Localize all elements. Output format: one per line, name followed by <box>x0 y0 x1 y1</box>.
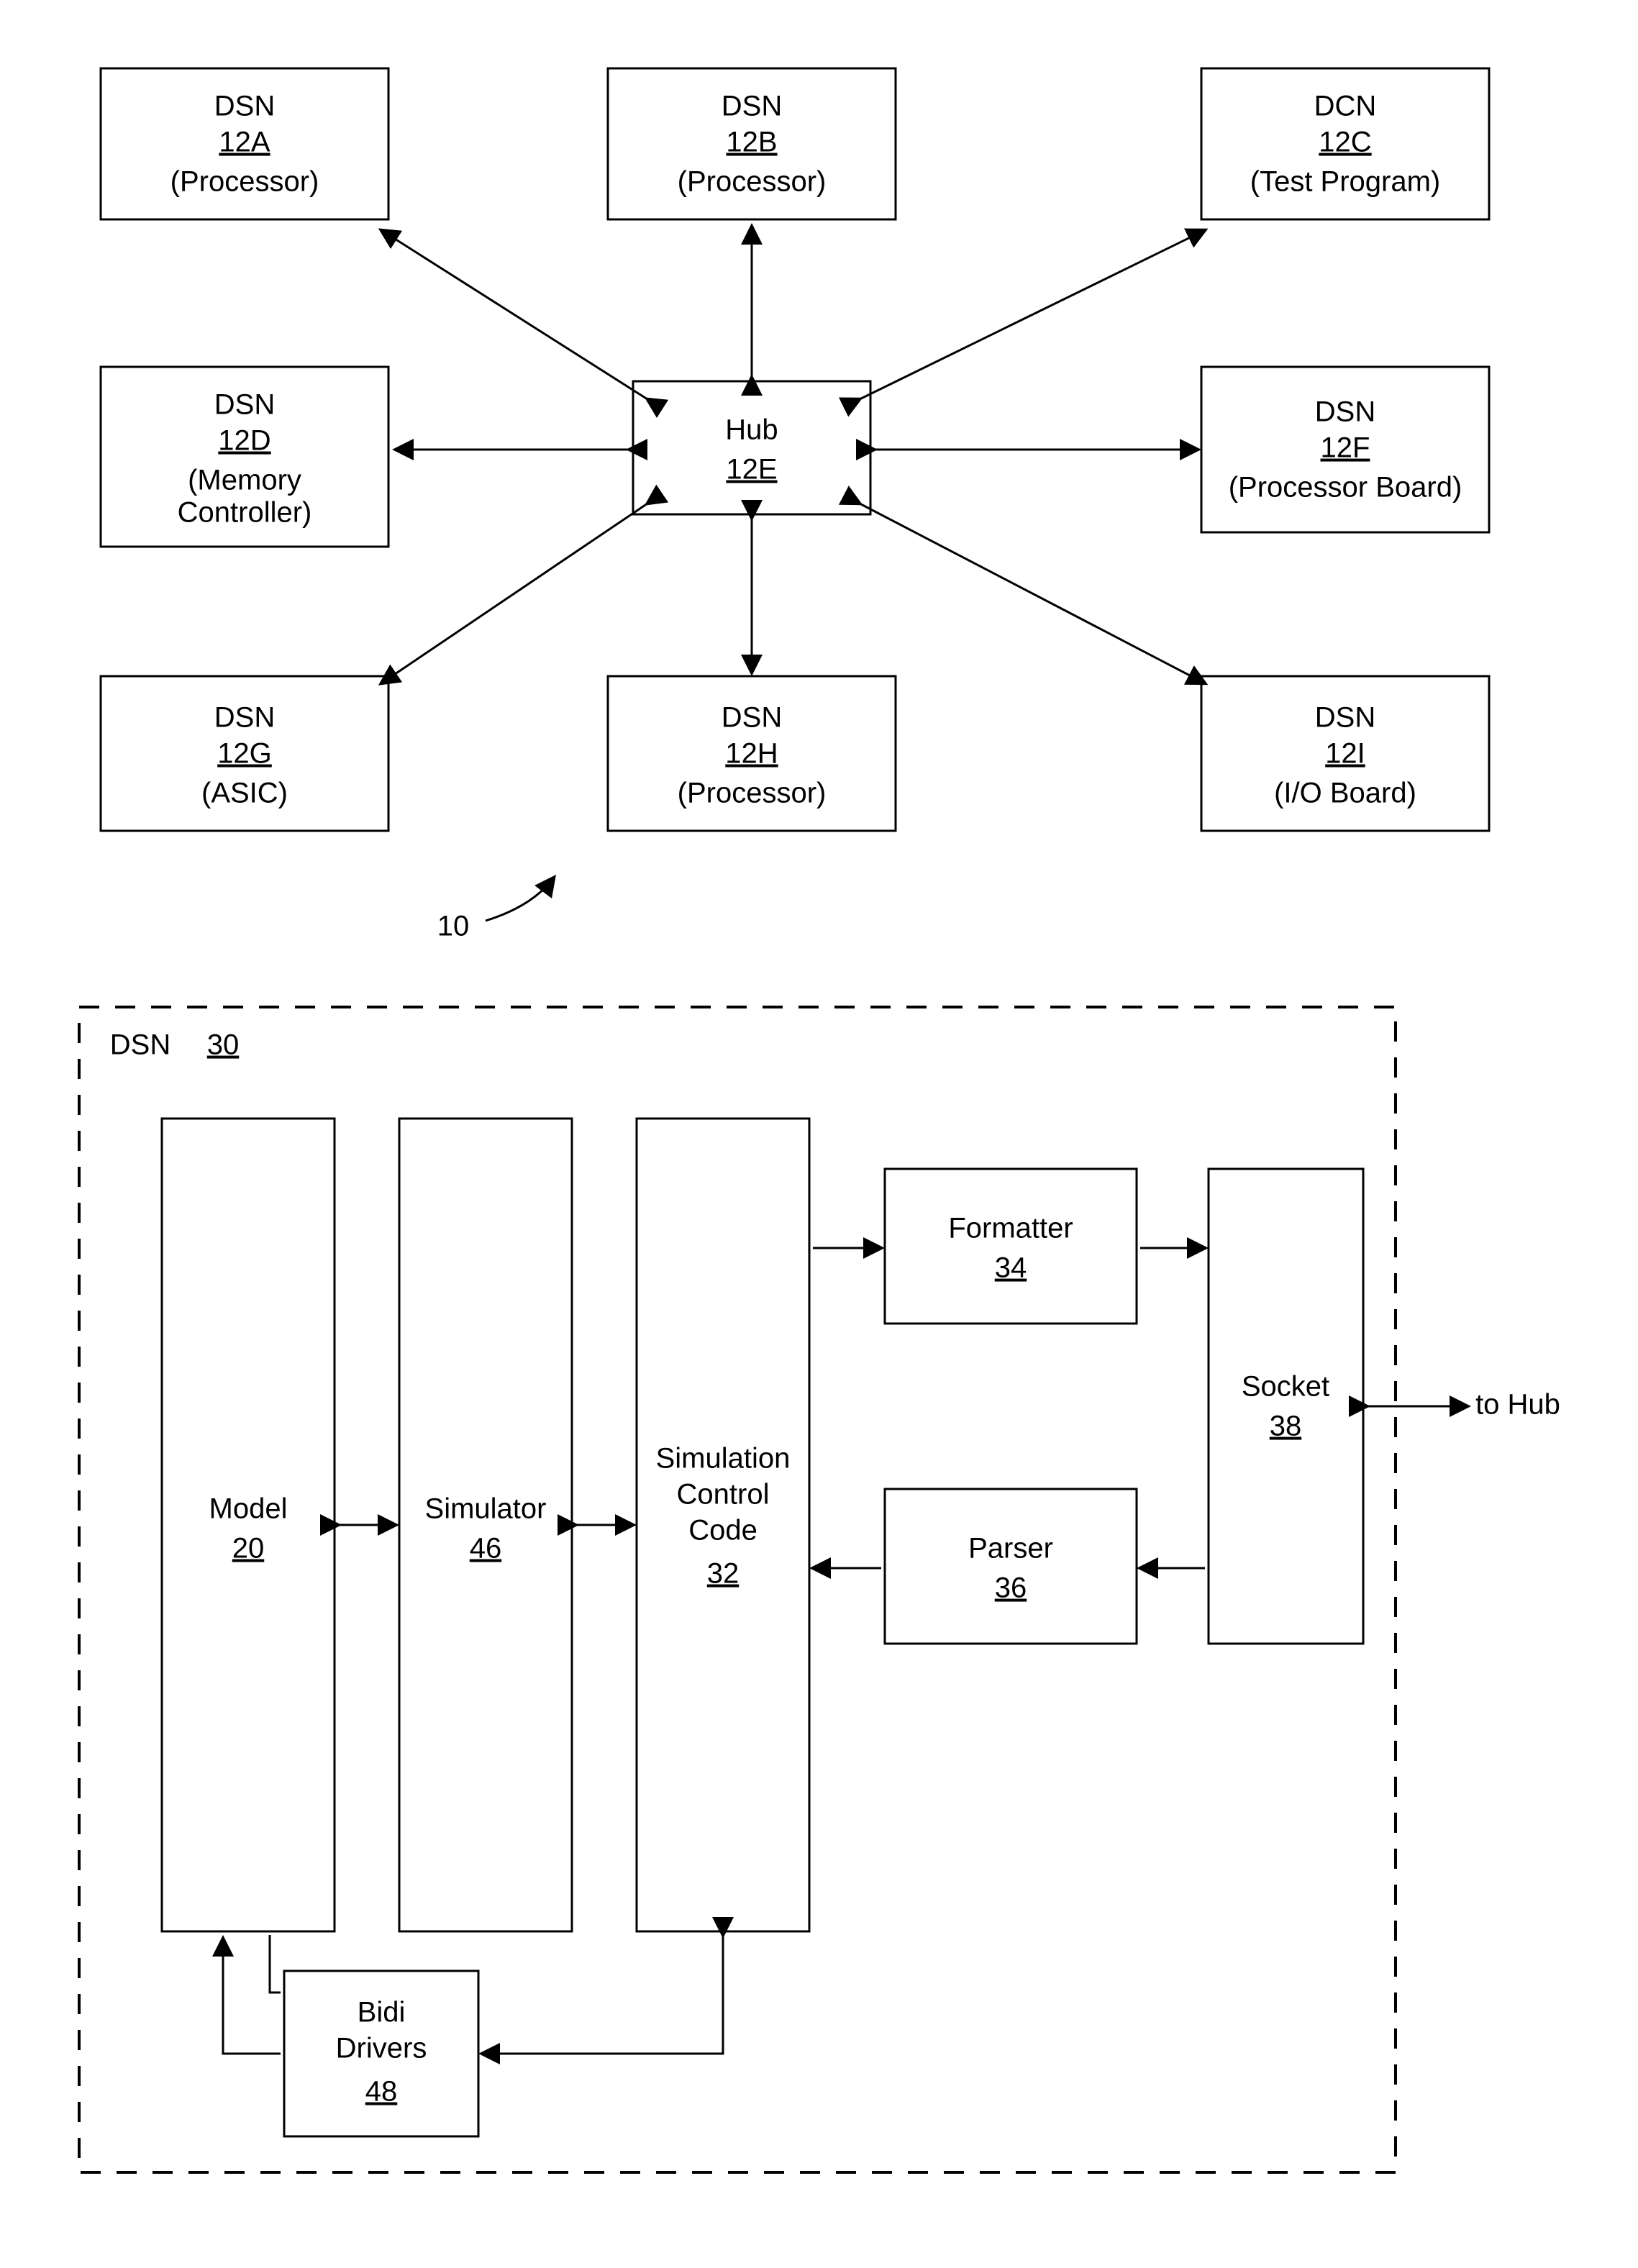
figure-ref-arrow <box>486 878 554 921</box>
socket-title: Socket <box>1242 1371 1329 1403</box>
node-12b-sub: (Processor) <box>678 166 827 198</box>
parser-ref: 36 <box>995 1572 1027 1604</box>
bidi-l1: Bidi <box>358 1997 406 2028</box>
box-formatter <box>885 1169 1137 1324</box>
scc-l1: Simulation <box>656 1443 791 1475</box>
node-12h-ref: 12H <box>725 738 778 770</box>
node-12c-sub: (Test Program) <box>1250 166 1441 198</box>
bidi-l2: Drivers <box>336 2033 427 2064</box>
box-simulator <box>399 1119 572 1931</box>
node-12e-hub <box>633 381 870 514</box>
formatter-ref: 34 <box>995 1252 1027 1284</box>
hub-ref: 12E <box>726 454 777 486</box>
node-12b-ref: 12B <box>726 127 777 158</box>
node-12h-sub: (Processor) <box>678 778 827 809</box>
dsn-30-label: DSN <box>110 1029 170 1061</box>
node-12d-sub2: Controller) <box>178 497 312 529</box>
node-12b-title: DSN <box>722 91 782 122</box>
formatter-title: Formatter <box>948 1213 1073 1244</box>
node-12g-ref: 12G <box>217 738 272 770</box>
node-12c-ref: 12C <box>1319 127 1371 158</box>
figure-ref-10: 10 <box>437 911 470 942</box>
node-12i-ref: 12I <box>1325 738 1365 770</box>
node-12g-title: DSN <box>214 702 275 734</box>
dsn-30-ref: 30 <box>207 1029 240 1061</box>
parser-title: Parser <box>968 1533 1053 1565</box>
scc-l2: Control <box>677 1479 770 1511</box>
node-12a-ref: 12A <box>219 127 270 158</box>
node-12c-title: DCN <box>1314 91 1377 122</box>
node-12i-sub: (I/O Board) <box>1274 778 1416 809</box>
node-12h-title: DSN <box>722 702 782 734</box>
bidi-ref: 48 <box>365 2076 398 2108</box>
box-socket <box>1209 1169 1363 1644</box>
sim-title: Simulator <box>425 1493 547 1525</box>
node-12d-ref: 12D <box>218 425 270 457</box>
model-ref: 20 <box>232 1533 265 1565</box>
scc-l3: Code <box>688 1515 757 1547</box>
model-title: Model <box>209 1493 288 1525</box>
node-12f-sub: (Processor Board) <box>1229 472 1462 504</box>
box-model <box>162 1119 335 1931</box>
hub-title: Hub <box>725 414 778 446</box>
node-12f-title: DSN <box>1315 396 1375 428</box>
node-12a-sub: (Processor) <box>170 166 319 198</box>
to-hub-label: to Hub <box>1475 1389 1560 1421</box>
node-12f-ref: 12F <box>1321 432 1370 464</box>
node-12i-title: DSN <box>1315 702 1375 734</box>
node-12d-sub1: (Memory <box>188 465 301 496</box>
diagram-root: DSN 12A (Processor) DSN 12B (Processor) … <box>0 0 1638 2268</box>
sim-ref: 46 <box>470 1533 502 1565</box>
socket-ref: 38 <box>1270 1411 1302 1442</box>
box-parser <box>885 1489 1137 1644</box>
scc-ref: 32 <box>707 1558 740 1590</box>
node-12a-title: DSN <box>214 91 275 122</box>
node-12d-title: DSN <box>214 389 275 421</box>
node-12g-sub: (ASIC) <box>201 778 288 809</box>
